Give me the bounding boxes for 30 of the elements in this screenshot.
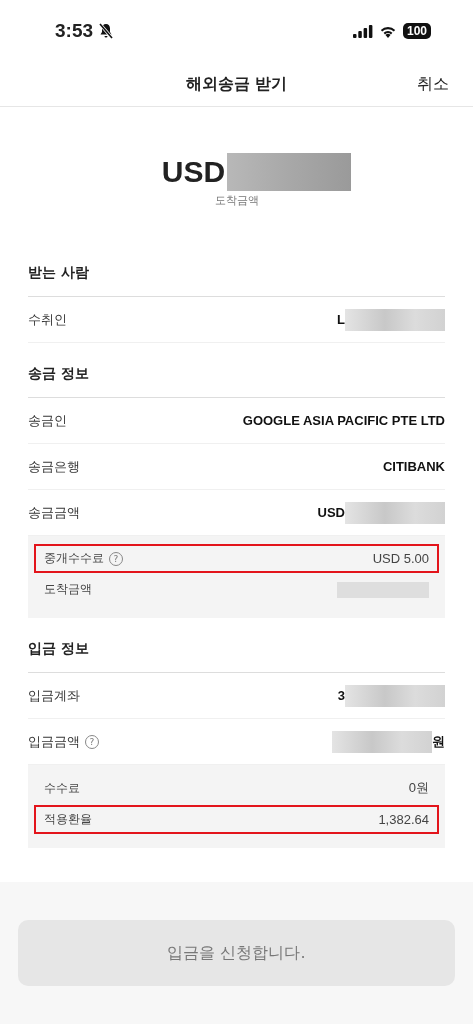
amount-currency: USD bbox=[161, 155, 226, 189]
detail-label: 도착금액 bbox=[44, 581, 92, 598]
section-title: 송금 정보 bbox=[28, 357, 445, 398]
row-value: L bbox=[337, 312, 345, 327]
detail-label: 적용환율 bbox=[44, 811, 92, 828]
row-label: 입금금액 bbox=[28, 732, 80, 751]
section-title: 입금 정보 bbox=[28, 632, 445, 673]
detail-value: 0원 bbox=[408, 779, 429, 797]
section-title: 받는 사람 bbox=[28, 256, 445, 297]
row-label: 수취인 bbox=[28, 310, 67, 329]
row-value: USD bbox=[317, 505, 345, 520]
row-label: 송금금액 bbox=[28, 503, 80, 522]
row-value: GOOGLE ASIA PACIFIC PTE LTD bbox=[242, 413, 445, 428]
row-label: 송금은행 bbox=[28, 457, 80, 476]
signal-icon bbox=[352, 24, 373, 38]
battery-indicator: 100 bbox=[402, 23, 431, 39]
amount-caption: 도착금액 bbox=[214, 193, 259, 208]
detail-value: 1,382.64 bbox=[378, 812, 429, 827]
cancel-button[interactable]: 취소 bbox=[415, 72, 451, 97]
wifi-icon bbox=[378, 24, 397, 38]
screen-title: 해외송금 받기 bbox=[185, 73, 288, 95]
row-value: 원 bbox=[432, 732, 445, 751]
row-label: 입금계좌 bbox=[28, 686, 80, 705]
detail-value: USD 5.00 bbox=[372, 551, 429, 566]
row-value: CITIBANK bbox=[382, 459, 445, 474]
detail-label: 중개수수료 bbox=[44, 550, 104, 567]
detail-label: 수수료 bbox=[44, 779, 80, 797]
status-time: 3:53 bbox=[55, 20, 94, 42]
row-label: 송금인 bbox=[28, 411, 67, 430]
row-value: 3 bbox=[337, 688, 345, 703]
